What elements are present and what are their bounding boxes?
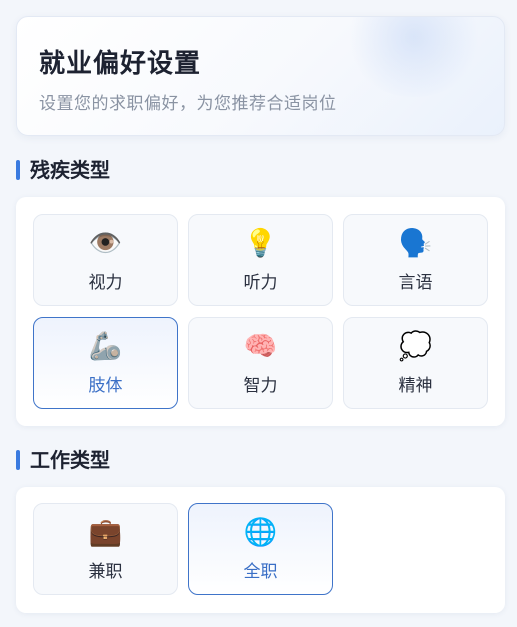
option-hearing[interactable]: 💡 听力 xyxy=(188,214,333,306)
option-label: 精神 xyxy=(398,375,433,396)
option-part-time[interactable]: 💼 兼职 xyxy=(33,503,178,595)
eye-icon: 👁️ xyxy=(88,227,123,259)
option-intellectual[interactable]: 🧠 智力 xyxy=(188,317,333,409)
option-label: 智力 xyxy=(243,375,278,396)
lightbulb-icon: 💡 xyxy=(243,227,278,259)
briefcase-icon: 💼 xyxy=(88,516,123,548)
work-type-panel: 💼 兼职 🌐 全职 xyxy=(16,487,505,613)
option-label: 听力 xyxy=(243,272,278,293)
brain-icon: 🧠 xyxy=(243,330,278,362)
speaking-head-icon: 🗣️ xyxy=(398,227,433,259)
option-label: 兼职 xyxy=(88,561,123,582)
option-label: 全职 xyxy=(243,561,278,582)
page-title: 就业偏好设置 xyxy=(39,49,202,79)
header-card: 就业偏好设置 设置您的求职偏好，为您推荐合适岗位 xyxy=(16,16,505,136)
thought-bubble-icon: 💭 xyxy=(398,330,433,362)
option-limb[interactable]: 🦾 肢体 xyxy=(33,317,178,409)
option-speech[interactable]: 🗣️ 言语 xyxy=(343,214,488,306)
option-mental[interactable]: 💭 精神 xyxy=(343,317,488,409)
option-label: 视力 xyxy=(88,272,123,293)
page-subtitle: 设置您的求职偏好，为您推荐合适岗位 xyxy=(39,94,337,114)
section-title-disability: 残疾类型 xyxy=(16,158,110,182)
disability-type-panel: 👁️ 视力 💡 听力 🗣️ 言语 🦾 肢体 🧠 智力 💭 精神 xyxy=(16,197,505,426)
option-vision[interactable]: 👁️ 视力 xyxy=(33,214,178,306)
option-full-time[interactable]: 🌐 全职 xyxy=(188,503,333,595)
globe-icon: 🌐 xyxy=(243,516,278,548)
mechanical-arm-icon: 🦾 xyxy=(88,330,123,362)
option-label: 言语 xyxy=(398,272,433,293)
section-title-work: 工作类型 xyxy=(16,448,110,472)
option-label: 肢体 xyxy=(88,375,123,396)
